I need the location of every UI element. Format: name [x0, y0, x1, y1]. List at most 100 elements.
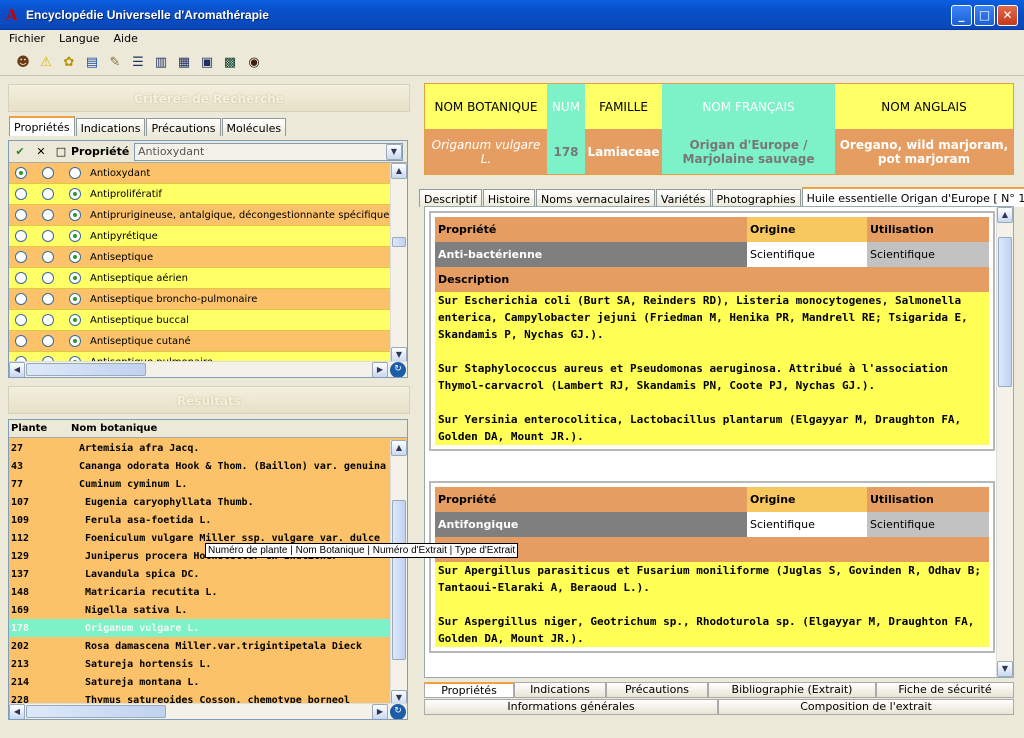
criteria-row[interactable]: Antioxydant [9, 163, 392, 184]
ignore-radio[interactable] [69, 230, 81, 242]
tab-indications[interactable]: Indications [75, 118, 146, 136]
tab-precautions[interactable]: Précautions [146, 118, 221, 136]
criteria-row[interactable]: Antiseptique [9, 247, 392, 268]
include-radio[interactable] [15, 230, 27, 242]
exclude-radio[interactable] [42, 272, 54, 284]
result-row[interactable]: 214 Satureja montana L. [9, 673, 392, 691]
col-plante[interactable]: Plante [9, 423, 71, 434]
empty-box-icon[interactable]: □ [51, 145, 71, 158]
scroll-thumb[interactable] [998, 237, 1012, 387]
hscroll-thumb[interactable] [26, 705, 166, 718]
result-row[interactable]: 213 Satureja hortensis L. [9, 655, 392, 673]
ignore-radio[interactable] [69, 188, 81, 200]
scroll-up-icon[interactable]: ▲ [997, 207, 1013, 223]
globe-icon[interactable]: ◉ [245, 54, 263, 72]
exclude-radio[interactable] [42, 230, 54, 242]
refresh-icon[interactable]: ↻ [390, 362, 406, 377]
results-hscroll[interactable]: ◀ ▶ ↻ [9, 703, 407, 719]
include-radio[interactable] [15, 251, 27, 263]
include-radio[interactable] [15, 167, 27, 179]
result-row[interactable]: 107 Eugenia caryophyllata Thumb. [9, 493, 392, 511]
close-button[interactable]: ✕ [997, 5, 1018, 26]
export-icon[interactable]: ▣ [198, 54, 216, 72]
ignore-radio[interactable] [69, 167, 81, 179]
list-icon[interactable]: ☰ [129, 54, 147, 72]
scroll-up-icon[interactable]: ▲ [391, 163, 407, 179]
tab-huile-essentielle[interactable]: Huile essentielle Origan d'Europe [ N° 1… [801, 187, 1024, 207]
criteria-vscroll[interactable]: ▲ ▼ [390, 163, 407, 363]
exclude-radio[interactable] [42, 314, 54, 326]
warning-icon[interactable]: ⚠ [37, 54, 55, 72]
btab-informations-generales[interactable]: Informations générales [424, 699, 718, 715]
criteria-hscroll[interactable]: ◀ ▶ ↻ [9, 361, 407, 377]
criteria-row[interactable]: Antiseptique cutané [9, 331, 392, 352]
result-row[interactable]: 109 Ferula asa-foetida L. [9, 511, 392, 529]
btab-fiche-securite[interactable]: Fiche de sécurité [876, 682, 1014, 698]
exclude-radio[interactable] [42, 209, 54, 221]
chevron-down-icon[interactable]: ▼ [386, 143, 402, 160]
window-icon[interactable]: ▩ [221, 54, 239, 72]
hscroll-thumb[interactable] [26, 363, 146, 376]
result-row[interactable]: 43 Cananga odorata Hook & Thom. (Baillon)… [9, 457, 392, 475]
exclude-radio[interactable] [42, 167, 54, 179]
include-radio[interactable] [15, 335, 27, 347]
detail-vscroll[interactable]: ▲ ▼ [996, 207, 1013, 677]
note-icon[interactable]: ✎ [106, 54, 124, 72]
ignore-radio[interactable] [69, 293, 81, 305]
refresh-icon[interactable]: ↻ [390, 704, 406, 719]
tab-proprietes[interactable]: Propriétés [9, 116, 75, 136]
property-filter-combo[interactable]: Antioxydant ▼ [134, 142, 403, 161]
scroll-thumb[interactable] [392, 237, 406, 247]
include-radio[interactable] [15, 272, 27, 284]
result-row[interactable]: 77 Cuminum cyminum L. [9, 475, 392, 493]
ignore-radio[interactable] [69, 335, 81, 347]
criteria-row[interactable]: Antiseptique broncho-pulmonaire [9, 289, 392, 310]
minimize-button[interactable]: _ [951, 5, 972, 26]
menu-aide[interactable]: Aide [105, 30, 143, 45]
exclude-radio[interactable] [42, 293, 54, 305]
ignore-radio[interactable] [69, 209, 81, 221]
include-radio[interactable] [15, 314, 27, 326]
flower-icon[interactable]: ✿ [60, 54, 78, 72]
exclude-radio[interactable] [42, 335, 54, 347]
btab-indications[interactable]: Indications [514, 682, 606, 698]
criteria-row[interactable]: Antipyrétique [9, 226, 392, 247]
tab-histoire[interactable]: Histoire [482, 189, 536, 207]
user-icon[interactable]: ☻ [14, 54, 32, 72]
result-row[interactable]: 202 Rosa damascena Miller.var.trigintipe… [9, 637, 392, 655]
btab-composition-extrait[interactable]: Composition de l'extrait [718, 699, 1014, 715]
tab-descriptif[interactable]: Descriptif [419, 189, 482, 207]
btab-proprietes[interactable]: Propriétés [424, 682, 514, 698]
menu-fichier[interactable]: Fichier [0, 30, 50, 45]
scroll-up-icon[interactable]: ▲ [391, 440, 407, 456]
ignore-radio[interactable] [69, 314, 81, 326]
results-vscroll[interactable]: ▲ ▼ [390, 440, 407, 706]
tab-noms-vernaculaires[interactable]: Noms vernaculaires [536, 189, 655, 207]
col-nom-botanique[interactable]: Nom botanique [71, 423, 157, 434]
scroll-left-icon[interactable]: ◀ [9, 362, 25, 377]
include-radio[interactable] [15, 293, 27, 305]
btab-bibliographie[interactable]: Bibliographie (Extrait) [708, 682, 876, 698]
include-radio[interactable] [15, 209, 27, 221]
tree-icon[interactable]: ▥ [152, 54, 170, 72]
include-radio[interactable] [15, 188, 27, 200]
scroll-right-icon[interactable]: ▶ [372, 362, 388, 377]
exclude-radio[interactable] [42, 188, 54, 200]
result-row[interactable]: 27 Artemisia afra Jacq. [9, 439, 392, 457]
tab-molecules[interactable]: Molécules [221, 118, 287, 136]
result-row[interactable]: 169 Nigella sativa L. [9, 601, 392, 619]
criteria-row[interactable]: Antiseptique aérien [9, 268, 392, 289]
btab-precautions[interactable]: Précautions [606, 682, 708, 698]
scroll-left-icon[interactable]: ◀ [9, 704, 25, 719]
scroll-down-icon[interactable]: ▼ [997, 661, 1013, 677]
criteria-row[interactable]: Antiprurigineuse, antalgique, décongesti… [9, 205, 392, 226]
criteria-row[interactable]: Antiseptique buccal [9, 310, 392, 331]
ignore-radio[interactable] [69, 251, 81, 263]
ignore-radio[interactable] [69, 272, 81, 284]
tab-photographies[interactable]: Photographies [711, 189, 801, 207]
book-icon[interactable]: ▤ [83, 54, 101, 72]
tab-varietes[interactable]: Variétés [655, 189, 711, 207]
result-row[interactable]: 148 Matricaria recutita L. [9, 583, 392, 601]
cross-icon[interactable]: ✕ [31, 145, 51, 158]
criteria-row[interactable]: Antiprolifératif [9, 184, 392, 205]
